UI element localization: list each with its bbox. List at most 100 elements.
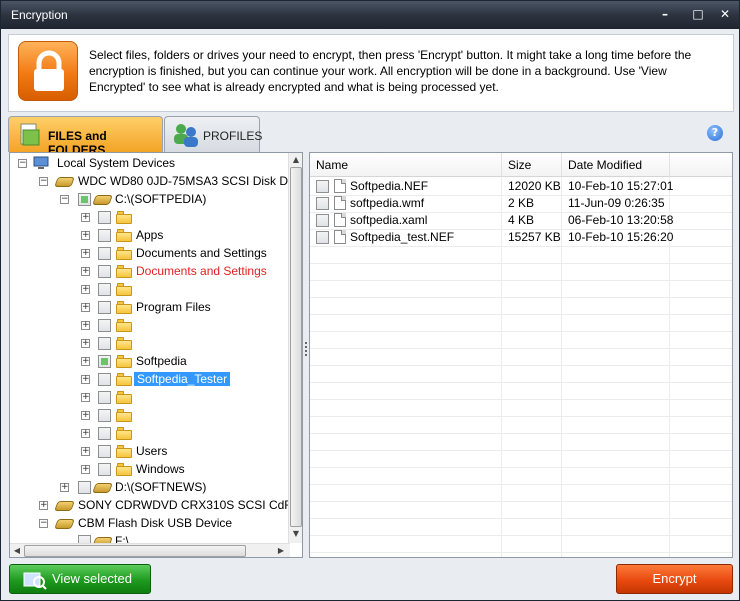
tree-node-drive-f[interactable]: F:\	[10, 533, 290, 543]
column-header-size[interactable]: Size	[502, 153, 562, 177]
folder-tree[interactable]: − Local System Devices − WDC WD80 0JD-75…	[9, 152, 303, 558]
expand-icon[interactable]: +	[81, 249, 90, 258]
tree-node-cdrom[interactable]: + SONY CDRWDVD CRX310S SCSI CdRom	[10, 497, 302, 515]
expand-icon[interactable]: +	[81, 357, 90, 366]
tab-profiles[interactable]: PROFILES	[164, 116, 262, 152]
column-header-date[interactable]: Date Modified	[562, 153, 670, 177]
tree-node-folder[interactable]: + Documents and Settings	[10, 245, 290, 263]
expand-icon[interactable]: +	[39, 501, 48, 510]
checkbox[interactable]	[78, 193, 91, 206]
checkbox[interactable]	[98, 463, 111, 476]
table-row[interactable]: Softpedia_test.NEF 15257 KB 10-Feb-10 15…	[310, 229, 732, 246]
collapse-icon[interactable]: −	[60, 195, 69, 204]
tree-node-folder[interactable]: + Apps	[10, 227, 290, 245]
checkbox[interactable]	[98, 247, 111, 260]
tree-node-folder-softpedia-tester[interactable]: + Softpedia_Tester	[10, 371, 290, 389]
tree-node-folder-softpedia[interactable]: + Softpedia	[10, 353, 290, 371]
row-checkbox[interactable]	[316, 197, 329, 210]
tree-node-folder[interactable]: +	[10, 335, 290, 353]
column-label: Size	[508, 158, 532, 172]
tree-node-disk[interactable]: − WDC WD80 0JD-75MSA3 SCSI Disk Devic	[10, 173, 302, 191]
checkbox[interactable]	[78, 535, 91, 543]
help-icon[interactable]: ?	[707, 125, 723, 141]
row-checkbox[interactable]	[316, 231, 329, 244]
tree-node-folder[interactable]: +	[10, 281, 290, 299]
checkbox[interactable]	[98, 445, 111, 458]
file-name: softpedia.xaml	[350, 213, 428, 227]
checkbox[interactable]	[98, 229, 111, 242]
expand-icon[interactable]: +	[81, 267, 90, 276]
tree-vertical-scrollbar[interactable]: ▲ ▼	[288, 153, 302, 543]
tree-node-folder-users[interactable]: + Users	[10, 443, 290, 461]
expand-icon[interactable]: +	[81, 321, 90, 330]
tree-node-folder[interactable]: +	[10, 317, 290, 335]
tree-label: Apps	[136, 228, 164, 242]
checkbox[interactable]	[98, 337, 111, 350]
scroll-thumb[interactable]	[290, 167, 302, 527]
collapse-icon[interactable]: −	[39, 519, 48, 528]
checkbox[interactable]	[78, 481, 91, 494]
tree-node-folder[interactable]: +	[10, 425, 290, 443]
tree-node-folder[interactable]: + Documents and Settings	[10, 263, 290, 281]
table-row[interactable]: softpedia.wmf 2 KB 11-Jun-09 0:26:35	[310, 195, 732, 212]
row-checkbox[interactable]	[316, 214, 329, 227]
checkbox[interactable]	[98, 355, 111, 368]
tree-node-flash[interactable]: − CBM Flash Disk USB Device	[10, 515, 290, 533]
folder-icon	[116, 283, 132, 296]
tab-files-and-folders[interactable]: FILES and FOLDERS	[8, 116, 163, 157]
expand-icon[interactable]: +	[60, 483, 69, 492]
expand-icon[interactable]: +	[81, 285, 90, 294]
maximize-button[interactable]: □	[690, 6, 706, 22]
view-selected-button[interactable]: View selected	[9, 564, 151, 594]
expand-icon[interactable]: +	[81, 429, 90, 438]
tree-node-folder-windows[interactable]: + Windows	[10, 461, 290, 479]
tree-node-local-system[interactable]: − Local System Devices	[10, 155, 290, 173]
table-row[interactable]: Softpedia.NEF 12020 KB 10-Feb-10 15:27:0…	[310, 178, 732, 195]
checkbox[interactable]	[98, 391, 111, 404]
file-name: Softpedia_test.NEF	[350, 230, 455, 244]
encrypt-button[interactable]: Encrypt	[616, 564, 733, 594]
folder-icon	[116, 391, 132, 404]
scroll-up-icon[interactable]: ▲	[289, 155, 302, 164]
info-panel: Select files, folders or drives your nee…	[8, 34, 734, 112]
checkbox[interactable]	[98, 409, 111, 422]
tree-node-drive-d[interactable]: + D:\(SOFTNEWS)	[10, 479, 290, 497]
file-list[interactable]: Name Size Date Modified Softpedia.NEF 12…	[309, 152, 733, 558]
tree-node-folder[interactable]: +	[10, 407, 290, 425]
expand-icon[interactable]: +	[81, 303, 90, 312]
table-row[interactable]: softpedia.xaml 4 KB 06-Feb-10 13:20:58	[310, 212, 732, 229]
collapse-icon[interactable]: −	[39, 177, 48, 186]
tree-node-folder[interactable]: + Program Files	[10, 299, 290, 317]
expand-icon[interactable]: +	[81, 465, 90, 474]
checkbox[interactable]	[98, 319, 111, 332]
checkbox[interactable]	[98, 283, 111, 296]
folder-icon	[116, 337, 132, 350]
expand-icon[interactable]: +	[81, 375, 90, 384]
checkbox[interactable]	[98, 211, 111, 224]
scroll-down-icon[interactable]: ▼	[289, 529, 302, 538]
folder-icon	[116, 427, 132, 440]
minimize-button[interactable]: –	[657, 6, 673, 22]
column-header-name[interactable]: Name	[310, 153, 502, 177]
scroll-left-icon[interactable]: ◀	[10, 546, 24, 555]
checkbox[interactable]	[98, 301, 111, 314]
tree-node-drive-c[interactable]: − C:\(SOFTPEDIA)	[10, 191, 290, 209]
checkbox[interactable]	[98, 265, 111, 278]
expand-icon[interactable]: +	[81, 411, 90, 420]
tree-node-folder[interactable]: +	[10, 209, 290, 227]
expand-icon[interactable]: +	[81, 393, 90, 402]
checkbox[interactable]	[98, 427, 111, 440]
scroll-right-icon[interactable]: ▶	[274, 546, 288, 555]
collapse-icon[interactable]: −	[18, 159, 27, 168]
expand-icon[interactable]: +	[81, 339, 90, 348]
tree-node-folder[interactable]: +	[10, 389, 290, 407]
checkbox[interactable]	[98, 373, 111, 386]
expand-icon[interactable]: +	[81, 231, 90, 240]
expand-icon[interactable]: +	[81, 447, 90, 456]
expand-icon[interactable]: +	[81, 213, 90, 222]
scroll-thumb[interactable]	[24, 545, 246, 557]
close-button[interactable]: ✕	[717, 6, 733, 22]
row-checkbox[interactable]	[316, 180, 329, 193]
title-bar[interactable]: Encryption – □ ✕	[1, 1, 739, 29]
tree-horizontal-scrollbar[interactable]: ◀ ▶	[10, 543, 290, 557]
